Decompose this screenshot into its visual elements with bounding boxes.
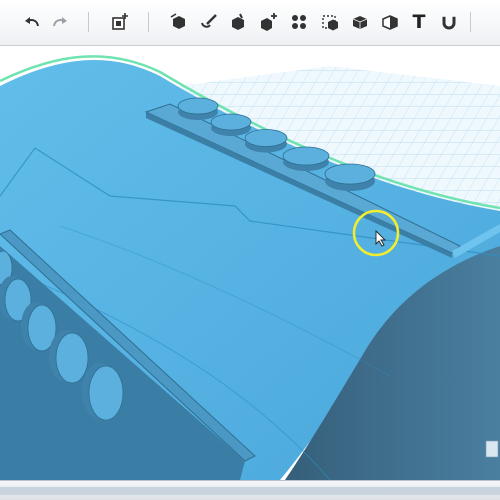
- round-button[interactable]: [177, 97, 219, 120]
- pattern-button[interactable]: [287, 10, 311, 34]
- magnet-icon: [442, 15, 456, 30]
- solid-icon: [352, 16, 368, 29]
- text-button-label: T: [412, 11, 426, 33]
- undo-button[interactable]: [20, 10, 44, 34]
- toolbar-divider: [88, 12, 89, 32]
- material-button[interactable]: [378, 10, 402, 34]
- text-button[interactable]: T: [407, 10, 431, 34]
- tweak-button[interactable]: [197, 10, 221, 34]
- adjust-button[interactable]: [226, 10, 250, 34]
- toolbar-divider: [148, 12, 149, 32]
- material-icon: [382, 15, 398, 30]
- toolbar-divider: [470, 12, 471, 32]
- 3d-viewport[interactable]: [0, 46, 500, 480]
- tweak-icon: [201, 14, 217, 28]
- status-bar: [0, 480, 500, 500]
- transform-icon: [170, 13, 185, 29]
- undo-icon: [25, 17, 39, 27]
- add-shape-icon: [112, 13, 128, 30]
- adjust-icon: [232, 13, 244, 30]
- pattern-icon: [292, 15, 306, 29]
- round-button[interactable]: [82, 363, 124, 421]
- solid-button[interactable]: [348, 10, 372, 34]
- add-shape-button[interactable]: [108, 10, 132, 34]
- redo-button[interactable]: [48, 10, 72, 34]
- modify-button[interactable]: [318, 10, 342, 34]
- redo-icon: [53, 17, 67, 27]
- combine-icon: [261, 13, 277, 31]
- modify-icon: [322, 15, 338, 31]
- main-toolbar: T: [0, 0, 500, 46]
- snap-button[interactable]: [437, 10, 461, 34]
- scroll-strip: [0, 487, 500, 495]
- round-button[interactable]: [324, 163, 376, 191]
- round-button[interactable]: [244, 129, 288, 153]
- combine-button[interactable]: [256, 10, 280, 34]
- round-button[interactable]: [210, 113, 252, 136]
- transform-button[interactable]: [167, 10, 191, 34]
- 3d-scene: [0, 55, 500, 480]
- round-button[interactable]: [282, 146, 330, 171]
